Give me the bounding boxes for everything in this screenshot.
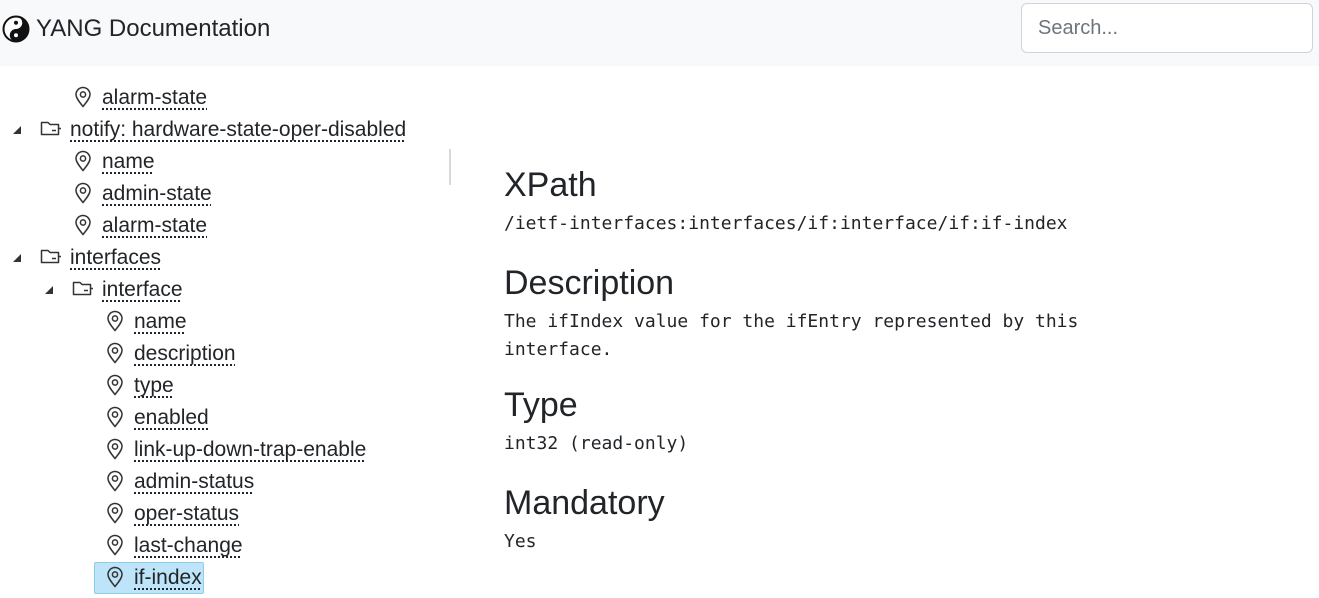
location-pin-icon bbox=[107, 566, 123, 588]
tree-node-label[interactable]: alarm-state bbox=[102, 83, 207, 113]
brand-link[interactable]: YANG Documentation bbox=[2, 13, 270, 45]
tree-node-label[interactable]: interface bbox=[102, 275, 183, 305]
tree-node-container[interactable]: notify: hardware-state-oper-disabled bbox=[0, 114, 450, 146]
tree-node-label[interactable]: notify: hardware-state-oper-disabled bbox=[70, 115, 406, 145]
schema-tree: alarm-state notify: hardware-state-oper-d… bbox=[0, 82, 450, 598]
search-input[interactable] bbox=[1021, 3, 1313, 53]
app-title: YANG Documentation bbox=[36, 15, 271, 42]
tree-node-label[interactable]: enabled bbox=[134, 403, 209, 433]
yin-yang-icon bbox=[2, 15, 30, 43]
location-pin-icon bbox=[107, 470, 123, 492]
tree-node-leaf[interactable]: alarm-state bbox=[0, 82, 450, 114]
tree-node-label[interactable]: name bbox=[102, 147, 155, 177]
tree-node-label[interactable]: last-change bbox=[134, 531, 243, 561]
tree-node-label[interactable]: link-up-down-trap-enable bbox=[134, 435, 366, 465]
location-pin-icon bbox=[75, 214, 91, 236]
tree-node-label[interactable]: interfaces bbox=[70, 243, 161, 273]
tree-node-container[interactable]: interface bbox=[0, 274, 450, 306]
location-pin-icon bbox=[75, 182, 91, 204]
folder-open-icon bbox=[40, 249, 61, 264]
tree-node-leaf[interactable]: alarm-state bbox=[0, 210, 450, 242]
pane-resize-handle[interactable] bbox=[449, 149, 451, 185]
expand-toggle-icon[interactable] bbox=[11, 252, 23, 264]
location-pin-icon bbox=[107, 342, 123, 364]
tree-node-label[interactable]: name bbox=[134, 307, 187, 337]
location-pin-icon bbox=[107, 374, 123, 396]
tree-node-label[interactable]: admin-state bbox=[102, 179, 212, 209]
folder-open-icon bbox=[40, 121, 61, 136]
location-pin-icon bbox=[75, 150, 91, 172]
tree-node-label[interactable]: oper-status bbox=[134, 499, 239, 529]
mandatory-value: Yes bbox=[504, 531, 537, 552]
type-value: int32 (read-only) bbox=[504, 433, 689, 454]
description-heading: Description bbox=[504, 264, 675, 302]
location-pin-icon bbox=[107, 502, 123, 524]
folder-open-icon bbox=[72, 281, 93, 296]
tree-node-label[interactable]: admin-status bbox=[134, 467, 254, 497]
tree-node-label[interactable]: alarm-state bbox=[102, 211, 207, 241]
tree-node-leaf[interactable]: link-up-down-trap-enable bbox=[0, 434, 450, 466]
tree-node-leaf[interactable]: type bbox=[0, 370, 450, 402]
type-heading: Type bbox=[504, 386, 578, 424]
tree-node-leaf[interactable]: name bbox=[0, 146, 450, 178]
tree-node-leaf[interactable]: admin-status bbox=[0, 466, 450, 498]
tree-node-label[interactable]: description bbox=[134, 339, 236, 369]
tree-node-leaf[interactable]: name bbox=[0, 306, 450, 338]
tree-node-leaf[interactable]: admin-state bbox=[0, 178, 450, 210]
detail-panel: XPath /ietf-interfaces:interfaces/if:int… bbox=[504, 160, 1304, 556]
description-value: The ifIndex value for the ifEntry repres… bbox=[504, 311, 1079, 360]
tree-node-leaf[interactable]: description bbox=[0, 338, 450, 370]
location-pin-icon bbox=[107, 310, 123, 332]
tree-node-leaf[interactable]: enabled bbox=[0, 402, 450, 434]
tree-node-container[interactable]: interfaces bbox=[0, 242, 450, 274]
location-pin-icon bbox=[107, 438, 123, 460]
navbar: YANG Documentation bbox=[0, 0, 1319, 66]
expand-toggle-icon[interactable] bbox=[11, 124, 23, 136]
tree-node-leaf[interactable]: oper-status bbox=[0, 498, 450, 530]
location-pin-icon bbox=[75, 86, 91, 108]
location-pin-icon bbox=[107, 534, 123, 556]
xpath-heading: XPath bbox=[504, 166, 597, 204]
tree-node-label[interactable]: type bbox=[134, 371, 174, 401]
expand-toggle-icon[interactable] bbox=[43, 284, 55, 296]
mandatory-heading: Mandatory bbox=[504, 484, 665, 522]
tree-node-leaf[interactable]: last-change bbox=[0, 530, 450, 562]
tree-node-label[interactable]: if-index bbox=[134, 563, 202, 593]
location-pin-icon bbox=[107, 406, 123, 428]
tree-node-leaf[interactable]: if-index bbox=[0, 562, 450, 594]
xpath-value: /ietf-interfaces:interfaces/if:interface… bbox=[504, 213, 1068, 234]
